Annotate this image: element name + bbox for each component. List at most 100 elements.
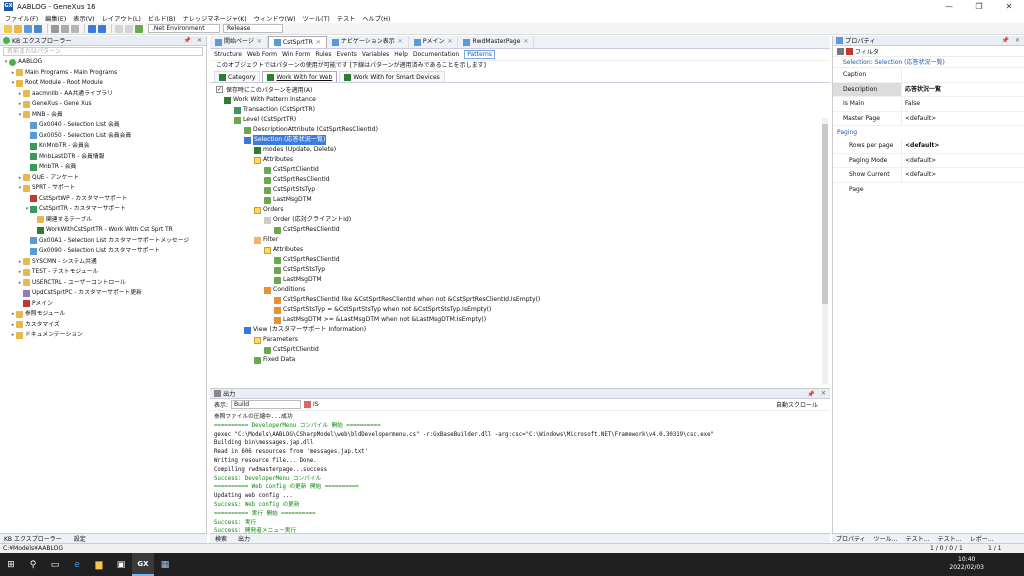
save-all-icon[interactable] bbox=[34, 24, 42, 33]
run-icon[interactable] bbox=[135, 24, 143, 33]
tree-item[interactable]: MnbLastDTR - 会員情報 bbox=[24, 152, 104, 162]
menu-item[interactable]: 編集(E) bbox=[45, 14, 66, 23]
tree-item[interactable]: ▸ QUE - アンケート bbox=[17, 173, 79, 183]
paste-icon[interactable] bbox=[71, 24, 79, 33]
tree-item[interactable]: WorkWithCstSprtTR - Work With Cst Sprt T… bbox=[31, 225, 173, 235]
sort-icon[interactable] bbox=[837, 47, 844, 55]
tree-item[interactable]: ▸ GeneXus - Gene Xus bbox=[17, 99, 92, 109]
tree-item[interactable]: ▾ MNB - 会員 bbox=[17, 110, 63, 120]
document-tab[interactable]: CstSprtTR ✕ bbox=[267, 36, 327, 49]
close-button[interactable]: ✕ bbox=[994, 0, 1024, 13]
menu-item[interactable]: ウィンドウ(W) bbox=[254, 14, 296, 23]
vertical-scrollbar[interactable] bbox=[822, 118, 828, 384]
property-value[interactable] bbox=[901, 68, 1024, 82]
property-row[interactable]: Show Current Page <default> bbox=[833, 168, 1024, 193]
property-value[interactable]: <default> bbox=[901, 153, 1024, 167]
pattern-tree-node[interactable]: CstSprtStsTyp bbox=[274, 265, 325, 275]
pin-icon[interactable]: 📌 bbox=[807, 390, 815, 398]
right-panel-tab[interactable]: レポー… bbox=[966, 534, 994, 543]
tree-item[interactable]: ▸ 参照モジュール bbox=[10, 309, 65, 319]
document-tab[interactable]: RwdMasterPage ✕ bbox=[458, 36, 535, 48]
property-row[interactable]: Paging Mode <default> bbox=[833, 153, 1024, 168]
close-tab-icon[interactable]: ✕ bbox=[398, 36, 403, 48]
right-panel-tab[interactable]: テスト… bbox=[902, 534, 930, 543]
tree-item[interactable]: CstSprtWP - カスタマーサポート bbox=[24, 194, 127, 204]
file-explorer-icon[interactable]: ▆ bbox=[88, 553, 110, 576]
property-row[interactable]: Caption bbox=[833, 68, 1024, 83]
kb-search-input[interactable]: 名前またはパターン bbox=[3, 47, 203, 56]
right-panel-tab[interactable]: ツール… bbox=[870, 534, 898, 543]
tree-item[interactable]: 関連するテーブル bbox=[31, 215, 92, 225]
part-tab[interactable]: Documentation bbox=[413, 51, 459, 58]
pattern-tree-node[interactable]: Order (応対クライアントId) bbox=[264, 215, 351, 225]
menu-item[interactable]: ビルド(B) bbox=[148, 14, 176, 23]
close-tab-icon[interactable]: ✕ bbox=[523, 36, 528, 48]
part-tab[interactable]: Variables bbox=[362, 51, 389, 58]
close-icon[interactable]: ✕ bbox=[821, 390, 826, 397]
property-row[interactable]: Is Main False bbox=[833, 97, 1024, 112]
menu-item[interactable]: テスト bbox=[337, 14, 356, 23]
pattern-tree-node[interactable]: LastMsgDTM bbox=[274, 275, 322, 285]
part-tab[interactable]: Patterns bbox=[464, 50, 495, 59]
document-tab[interactable]: 開始ページ ✕ bbox=[210, 36, 268, 48]
output-source-select[interactable]: Build bbox=[231, 400, 302, 409]
pattern-tree-node[interactable]: CstSprtStsTyp bbox=[264, 185, 315, 195]
document-tab[interactable]: Pメイン ✕ bbox=[409, 36, 459, 48]
close-icon[interactable]: ✕ bbox=[1015, 37, 1020, 44]
property-value[interactable]: <default> bbox=[901, 111, 1024, 125]
pattern-tab[interactable]: Work With for Smart Devices bbox=[339, 71, 445, 82]
part-tab[interactable]: Structure bbox=[214, 51, 242, 58]
pattern-tree-node[interactable]: Fixed Data bbox=[254, 355, 295, 365]
tree-item[interactable]: Gx00A1 - Selection List カスタマーサポートメッセージ bbox=[24, 236, 189, 246]
tree-item[interactable]: Pメイン bbox=[17, 299, 53, 309]
pattern-tree-node[interactable]: Selection (応答状況一覧) bbox=[244, 135, 327, 145]
tree-item[interactable]: ▸ Main Programs - Main Programs bbox=[10, 68, 117, 78]
pattern-tab[interactable]: Work With for Web bbox=[262, 71, 338, 82]
tree-item[interactable]: Gx0050 - Selection List 会員会員 bbox=[24, 131, 131, 141]
tree-item[interactable]: ▸ ドキュメンテーション bbox=[10, 330, 83, 340]
menu-item[interactable]: レイアウト(L) bbox=[102, 14, 141, 23]
right-panel-tab[interactable]: プロパティ bbox=[832, 534, 866, 543]
pattern-tree-node[interactable]: CstSprtStsTyp = &CstSprtStsTyp when not … bbox=[274, 305, 491, 315]
tree-item[interactable]: ▾ CstSprtTR - カスタマーサポート bbox=[24, 204, 126, 214]
tree-item[interactable]: ▾ Root Module - Root Module bbox=[10, 78, 103, 88]
cut-icon[interactable] bbox=[51, 24, 59, 33]
left-panel-tab[interactable]: KB エクスプローラー bbox=[0, 534, 62, 543]
tree-item[interactable]: ▸ TEST - テストモジュール bbox=[17, 267, 98, 277]
scroll-thumb[interactable] bbox=[822, 124, 828, 304]
property-value[interactable]: <default> bbox=[901, 139, 1024, 153]
pattern-tree-node[interactable]: View (カスタマーサポート Information) bbox=[244, 325, 366, 335]
property-row[interactable]: Master Page <default> bbox=[833, 111, 1024, 126]
pattern-tree-node[interactable]: Transaction (CstSprtTR) bbox=[234, 105, 315, 115]
part-tab[interactable]: Rules bbox=[315, 51, 331, 58]
part-tab[interactable]: Win Form bbox=[282, 51, 310, 58]
checkbox-icon[interactable]: ✓ bbox=[216, 85, 223, 93]
pattern-tree-node[interactable]: Parameters bbox=[254, 335, 298, 345]
tree-item[interactable]: ▸ USERCTRL - ユーザーコントロール bbox=[17, 278, 126, 288]
windows-start-icon[interactable]: ⊞ bbox=[0, 553, 22, 576]
property-row[interactable]: Rows per page <default> bbox=[833, 139, 1024, 154]
genexus-taskbar-icon[interactable]: GX bbox=[132, 553, 154, 576]
part-tab[interactable]: Help bbox=[394, 51, 408, 58]
pattern-tree-node[interactable]: modes (Update, Delete) bbox=[254, 145, 336, 155]
close-tab-icon[interactable]: ✕ bbox=[316, 37, 321, 49]
environment-select[interactable]: .Net Environment bbox=[148, 24, 220, 33]
edge-icon[interactable]: e bbox=[66, 553, 88, 576]
property-row[interactable]: Description 応答状況一覧 bbox=[833, 82, 1024, 97]
app-taskbar-icon[interactable]: ▦ bbox=[154, 553, 176, 576]
pattern-tree-node[interactable]: CstSprtResClientId bbox=[274, 225, 340, 235]
menu-item[interactable]: ファイル(F) bbox=[5, 14, 38, 23]
bottom-tab[interactable]: 検索 bbox=[210, 534, 227, 543]
property-value[interactable]: <default> bbox=[901, 168, 1024, 182]
pattern-tree-node[interactable]: Conditions bbox=[264, 285, 305, 295]
output-search-input[interactable]: IS bbox=[313, 401, 319, 408]
pattern-tree-node[interactable]: CstSprtResClientId bbox=[264, 175, 330, 185]
tree-item[interactable]: UpdCstSprtPC - カスタマーサポート更新 bbox=[17, 288, 142, 298]
clock[interactable]: 10:40 2022/02/03 bbox=[949, 556, 984, 572]
pattern-tab[interactable]: Category bbox=[214, 71, 261, 82]
store-icon[interactable]: ▣ bbox=[110, 553, 132, 576]
open-icon[interactable] bbox=[14, 24, 22, 33]
pattern-tree-node[interactable]: Attributes bbox=[254, 155, 293, 165]
pattern-tree-node[interactable]: DescriptionAttribute (CstSprtResClientId… bbox=[244, 125, 378, 135]
apply-on-save-checkbox[interactable]: ✓ 保存時にこのパターンを適用(A) bbox=[210, 83, 830, 95]
